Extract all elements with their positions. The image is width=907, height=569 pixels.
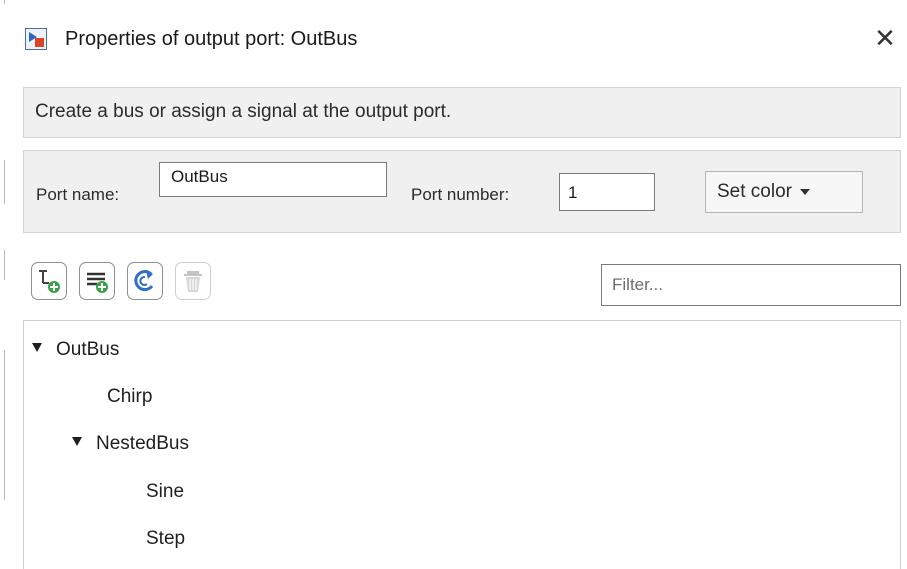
port-settings-panel: Port name: OutBus Port number: 1 Set col…	[23, 150, 901, 233]
add-signal-icon	[87, 272, 108, 293]
refresh-icon	[134, 270, 154, 291]
window-title: Properties of output port: OutBus	[65, 28, 358, 50]
tree-item-sine[interactable]: Sine	[146, 481, 184, 503]
delete-button[interactable]	[175, 262, 211, 300]
add-element-button[interactable]	[31, 262, 67, 300]
properties-dialog: Properties of output port: OutBus ✕ Crea…	[0, 0, 907, 569]
add-signal-button[interactable]	[79, 262, 115, 300]
output-port-icon	[25, 28, 47, 50]
bus-tree: OutBus Chirp NestedBus Sine Step	[23, 320, 901, 569]
port-name-label: Port name:	[36, 185, 120, 204]
expand-caret-icon[interactable]	[72, 437, 82, 447]
tree-item-chirp[interactable]: Chirp	[107, 386, 152, 408]
filter-input[interactable]	[601, 264, 901, 306]
tree-item-step[interactable]: Step	[146, 528, 185, 550]
set-color-label: Set color	[717, 181, 792, 202]
delete-icon	[184, 271, 202, 292]
description-text: Create a bus or assign a signal at the o…	[35, 101, 452, 122]
chevron-down-icon	[799, 188, 810, 195]
add-element-icon	[39, 270, 60, 293]
tree-item-outbus[interactable]: OutBus	[32, 339, 119, 361]
expand-caret-icon[interactable]	[32, 343, 42, 353]
window-edge	[0, 0, 6, 569]
refresh-button[interactable]	[127, 262, 163, 300]
title-bar: Properties of output port: OutBus ✕	[8, 0, 907, 72]
tree-item-nestedbus[interactable]: NestedBus	[72, 433, 189, 455]
port-number-label: Port number:	[411, 185, 510, 204]
description-panel: Create a bus or assign a signal at the o…	[23, 87, 901, 138]
close-button[interactable]: ✕	[868, 22, 902, 54]
port-name-field[interactable]: OutBus	[159, 162, 387, 197]
set-color-button[interactable]: Set color	[705, 171, 863, 213]
port-number-field[interactable]: 1	[559, 173, 655, 211]
